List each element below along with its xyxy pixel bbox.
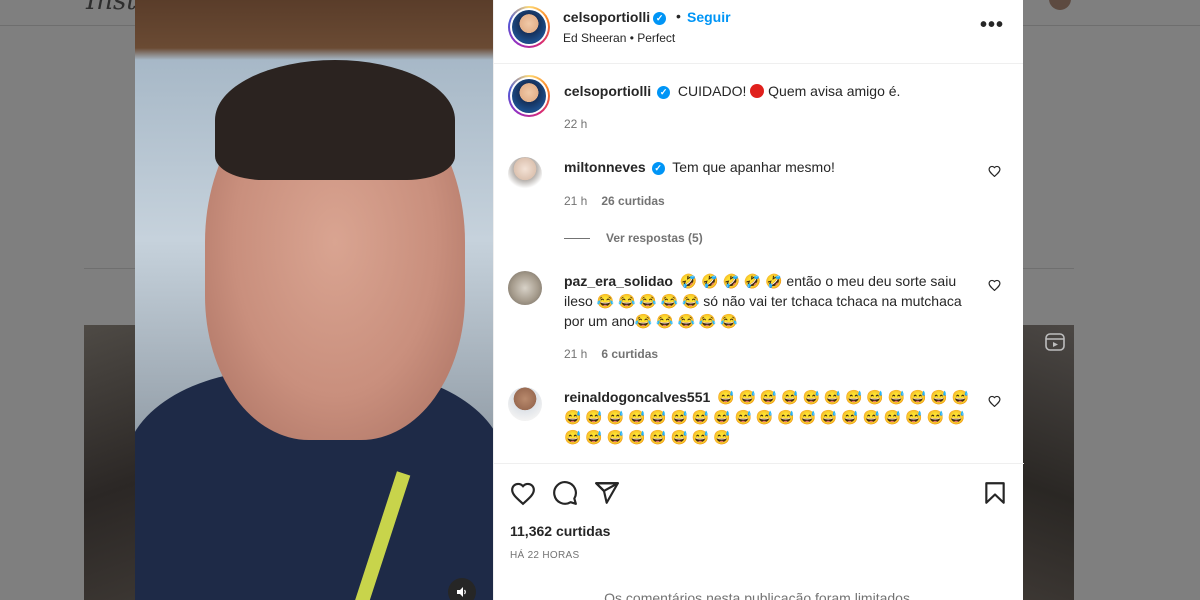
author-avatar[interactable]	[508, 6, 550, 48]
paper-plane-icon[interactable]	[594, 480, 620, 506]
comment-text: paz_era_solidao 🤣 🤣 🤣 🤣 🤣 então o meu de…	[564, 273, 962, 329]
comment-icon[interactable]	[552, 480, 578, 506]
bookmark-icon[interactable]	[982, 480, 1008, 506]
speaker-icon[interactable]	[448, 578, 476, 600]
comments-list[interactable]: celsoportiolli ✓ CUIDADO! Quem avisa amig…	[494, 65, 1024, 463]
caption-author-avatar[interactable]	[508, 75, 550, 117]
post-header: celsoportiolli ✓ • Seguir Ed Sheeran • Pe…	[494, 0, 1023, 64]
header-separator: •	[676, 8, 681, 24]
profile-avatar[interactable]	[1049, 0, 1071, 10]
background-thumbnail-left[interactable]	[84, 325, 136, 600]
comment-like-heart-icon[interactable]	[988, 279, 1001, 294]
more-options-icon[interactable]: •••	[980, 14, 1004, 37]
commenter-avatar[interactable]	[508, 387, 542, 421]
view-replies-button[interactable]: Ver respostas (5)	[564, 231, 703, 245]
commenter-avatar[interactable]	[508, 157, 542, 191]
post-modal: celsoportiolli ✓ • Seguir Ed Sheeran • Pe…	[135, 0, 1024, 600]
post-side-panel: celsoportiolli ✓ • Seguir Ed Sheeran • Pe…	[493, 0, 1024, 600]
follow-button[interactable]: Seguir	[687, 9, 731, 25]
audio-track-link[interactable]: Ed Sheeran • Perfect	[563, 31, 675, 45]
verified-badge-icon: ✓	[657, 86, 671, 99]
verified-badge-icon: ✓	[653, 12, 667, 25]
caption-username[interactable]: celsoportiolli	[564, 83, 651, 99]
comments-limited-notice: Os comentários nesta publicação foram li…	[604, 590, 914, 600]
post-video[interactable]	[135, 0, 493, 600]
video-subject-hair	[215, 60, 455, 180]
author-username[interactable]: celsoportiolli ✓	[563, 9, 667, 25]
comment-text: miltonneves ✓ Tem que apanhar mesmo!	[564, 159, 835, 175]
comment-like-heart-icon[interactable]	[988, 165, 1001, 180]
red-circle-emoji-icon	[750, 84, 765, 98]
reel-icon	[1045, 333, 1065, 351]
post-likes-count[interactable]: 11,362 curtidas	[510, 523, 610, 539]
comment-meta: 21 h6 curtidas	[564, 347, 659, 361]
commenter-avatar[interactable]	[508, 271, 542, 305]
post-actions: 11,362 curtidas HÁ 22 HORAS Os comentári…	[494, 463, 1024, 600]
verified-badge-icon: ✓	[651, 162, 665, 175]
heart-icon[interactable]	[510, 480, 536, 506]
comment-meta: 21 h 26 curtidas	[564, 194, 665, 208]
comment-like-heart-icon[interactable]	[988, 395, 1001, 410]
background-thumbnail-right[interactable]	[1022, 325, 1074, 600]
comment-likes-count[interactable]: 6 curtidas	[601, 347, 658, 361]
comment-text: reinaldogoncalves551 😅 😅 😅 😅 😅 😅 😅 😅 😅 😅…	[564, 389, 970, 445]
commenter-username[interactable]: reinaldogoncalves551	[564, 389, 710, 405]
commenter-username[interactable]: miltonneves	[564, 159, 646, 175]
caption-text: celsoportiolli ✓ CUIDADO! Quem avisa amig…	[564, 83, 901, 99]
caption-timestamp: 22 h	[564, 117, 588, 131]
comment-likes-count[interactable]: 26 curtidas	[601, 194, 664, 208]
commenter-username[interactable]: paz_era_solidao	[564, 273, 673, 289]
post-timestamp[interactable]: HÁ 22 HORAS	[510, 550, 579, 561]
